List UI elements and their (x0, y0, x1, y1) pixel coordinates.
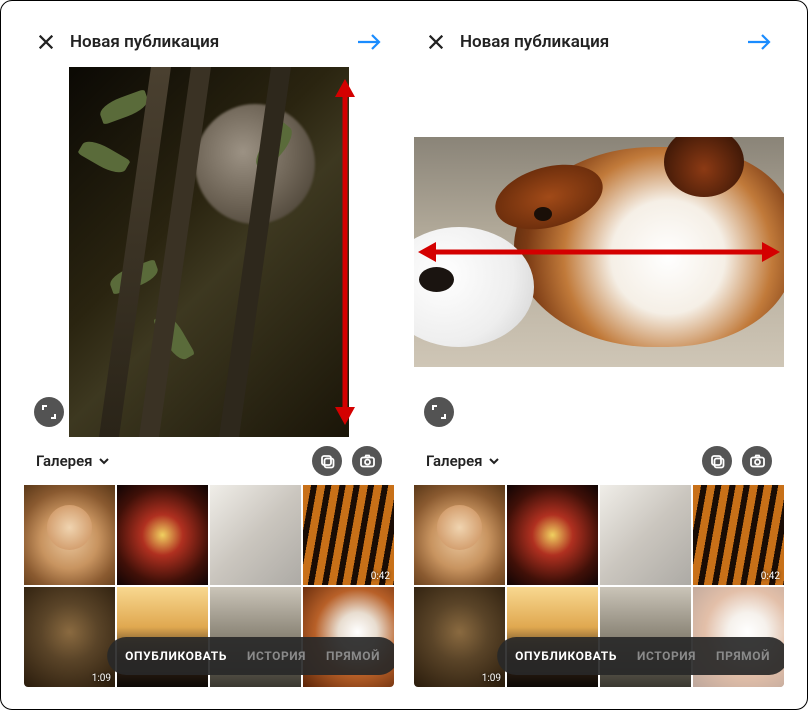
video-duration: 1:09 (92, 673, 111, 684)
tab-story[interactable]: ИСТОРИЯ (637, 649, 696, 663)
gallery-label: Галерея (36, 452, 93, 470)
gallery-dropdown[interactable]: Галерея (426, 452, 501, 470)
video-duration: 0:42 (761, 571, 780, 582)
post-type-tabs: ОПУБЛИКОВАТЬ ИСТОРИЯ ПРЯМОЙ (107, 637, 394, 675)
thumb-tiger-video[interactable]: 0:42 (303, 485, 394, 585)
page-title: Новая публикация (460, 32, 732, 52)
expand-crop-button[interactable] (424, 397, 454, 427)
tab-story[interactable]: ИСТОРИЯ (247, 649, 306, 663)
preview-image-landscape[interactable] (414, 137, 784, 367)
source-row: Галерея (24, 437, 394, 485)
thumb-koala[interactable] (600, 485, 691, 585)
video-duration: 1:09 (482, 673, 501, 684)
post-type-tabs: ОПУБЛИКОВАТЬ ИСТОРИЯ ПРЯМОЙ (497, 637, 784, 675)
next-arrow-icon[interactable] (746, 29, 772, 55)
video-duration: 0:42 (371, 571, 390, 582)
tab-live[interactable]: ПРЯМОЙ (716, 649, 770, 663)
preview-area[interactable] (24, 67, 394, 437)
thumb-owl-video[interactable]: 1:09 (414, 587, 505, 687)
thumb-koala-selected[interactable] (210, 485, 301, 585)
preview-area[interactable] (414, 67, 784, 437)
close-icon[interactable] (36, 32, 56, 52)
tab-publish[interactable]: ОПУБЛИКОВАТЬ (125, 649, 227, 663)
expand-crop-button[interactable] (34, 397, 64, 427)
tab-live[interactable]: ПРЯМОЙ (326, 649, 380, 663)
tab-publish[interactable]: ОПУБЛИКОВАТЬ (515, 649, 617, 663)
phone-screen-right: Новая публикация (414, 17, 784, 687)
thumb-owl-video[interactable]: 1:09 (24, 587, 115, 687)
thumb-puppy[interactable] (414, 485, 505, 585)
gallery-dropdown[interactable]: Галерея (36, 452, 111, 470)
header: Новая публикация (414, 17, 784, 67)
thumb-christmas[interactable] (117, 485, 208, 585)
camera-button[interactable] (352, 446, 382, 476)
multi-select-button[interactable] (312, 446, 342, 476)
thumb-tiger-video[interactable]: 0:42 (693, 485, 784, 585)
chevron-down-icon (97, 454, 111, 468)
thumb-christmas[interactable] (507, 485, 598, 585)
close-icon[interactable] (426, 32, 446, 52)
next-arrow-icon[interactable] (356, 29, 382, 55)
page-title: Новая публикация (70, 32, 342, 52)
multi-select-button[interactable] (702, 446, 732, 476)
gallery-label: Галерея (426, 452, 483, 470)
camera-button[interactable] (742, 446, 772, 476)
chevron-down-icon (487, 454, 501, 468)
preview-image-portrait[interactable] (69, 67, 349, 437)
thumb-puppy[interactable] (24, 485, 115, 585)
phone-screen-left: Новая публикация (24, 17, 394, 687)
source-row: Галерея (414, 437, 784, 485)
header: Новая публикация (24, 17, 394, 67)
